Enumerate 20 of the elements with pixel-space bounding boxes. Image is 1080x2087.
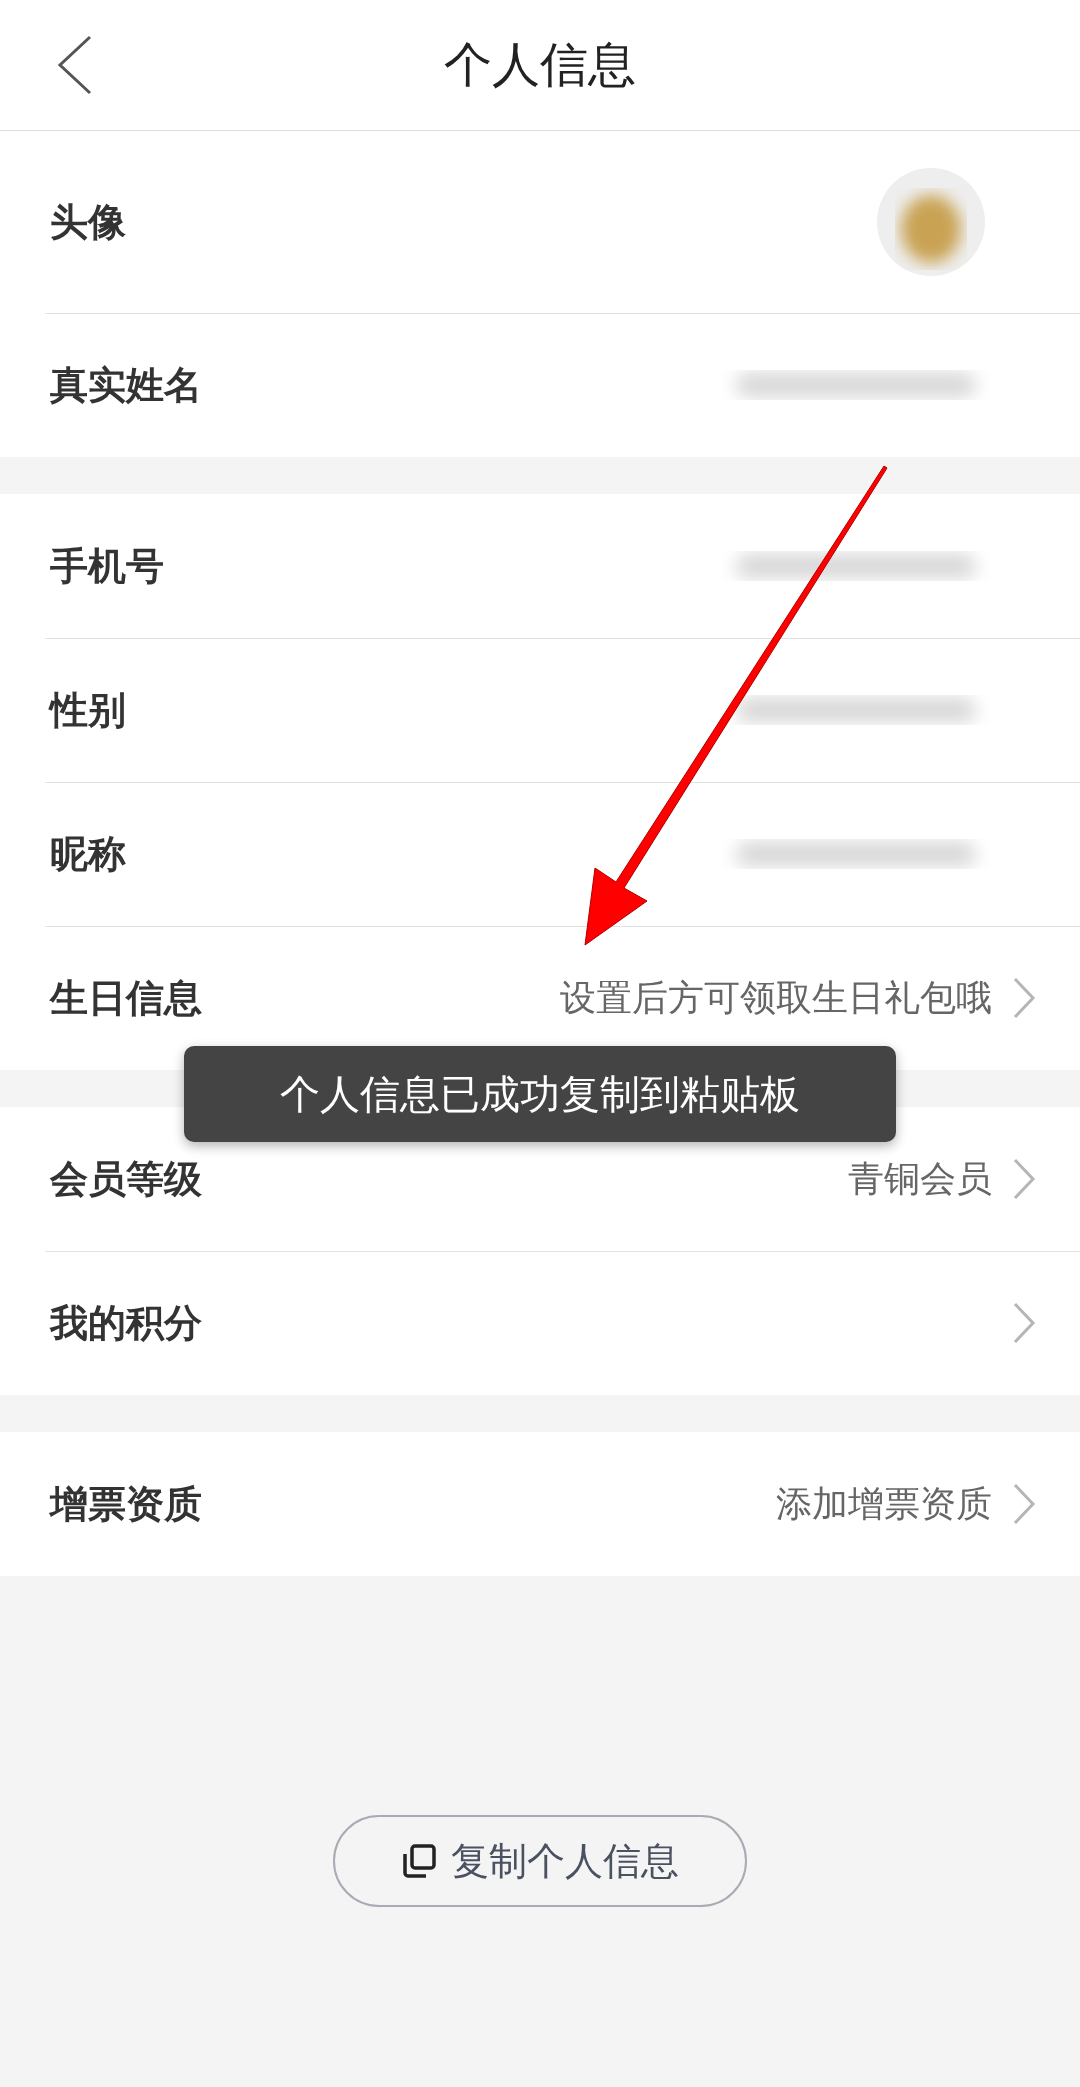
row-label: 真实姓名: [50, 361, 202, 409]
chevron-icon: [1012, 976, 1036, 1020]
row-label: 昵称: [50, 830, 126, 878]
row-label: 手机号: [50, 542, 164, 590]
copy-icon: [401, 1843, 437, 1879]
row-value: 添加增票资质: [776, 1481, 992, 1526]
row-label: 增票资质: [50, 1480, 202, 1528]
row-label: 我的积分: [50, 1299, 202, 1347]
row-value: 青铜会员: [848, 1156, 992, 1201]
chevron-icon: [1012, 1482, 1036, 1526]
chevron-icon: [1012, 1157, 1036, 1201]
copy-button[interactable]: 复制个人信息: [333, 1815, 747, 1907]
row-value: 设置后方可领取生日礼包哦: [560, 975, 992, 1020]
toast-message: 个人信息已成功复制到粘贴板: [184, 1046, 896, 1142]
row-label: 性别: [50, 686, 126, 734]
page-title: 个人信息: [444, 35, 636, 94]
row-label: 生日信息: [50, 974, 202, 1022]
row-label: 头像: [50, 198, 126, 246]
row-label: 会员等级: [50, 1155, 202, 1203]
chevron-icon: [1012, 1301, 1036, 1345]
